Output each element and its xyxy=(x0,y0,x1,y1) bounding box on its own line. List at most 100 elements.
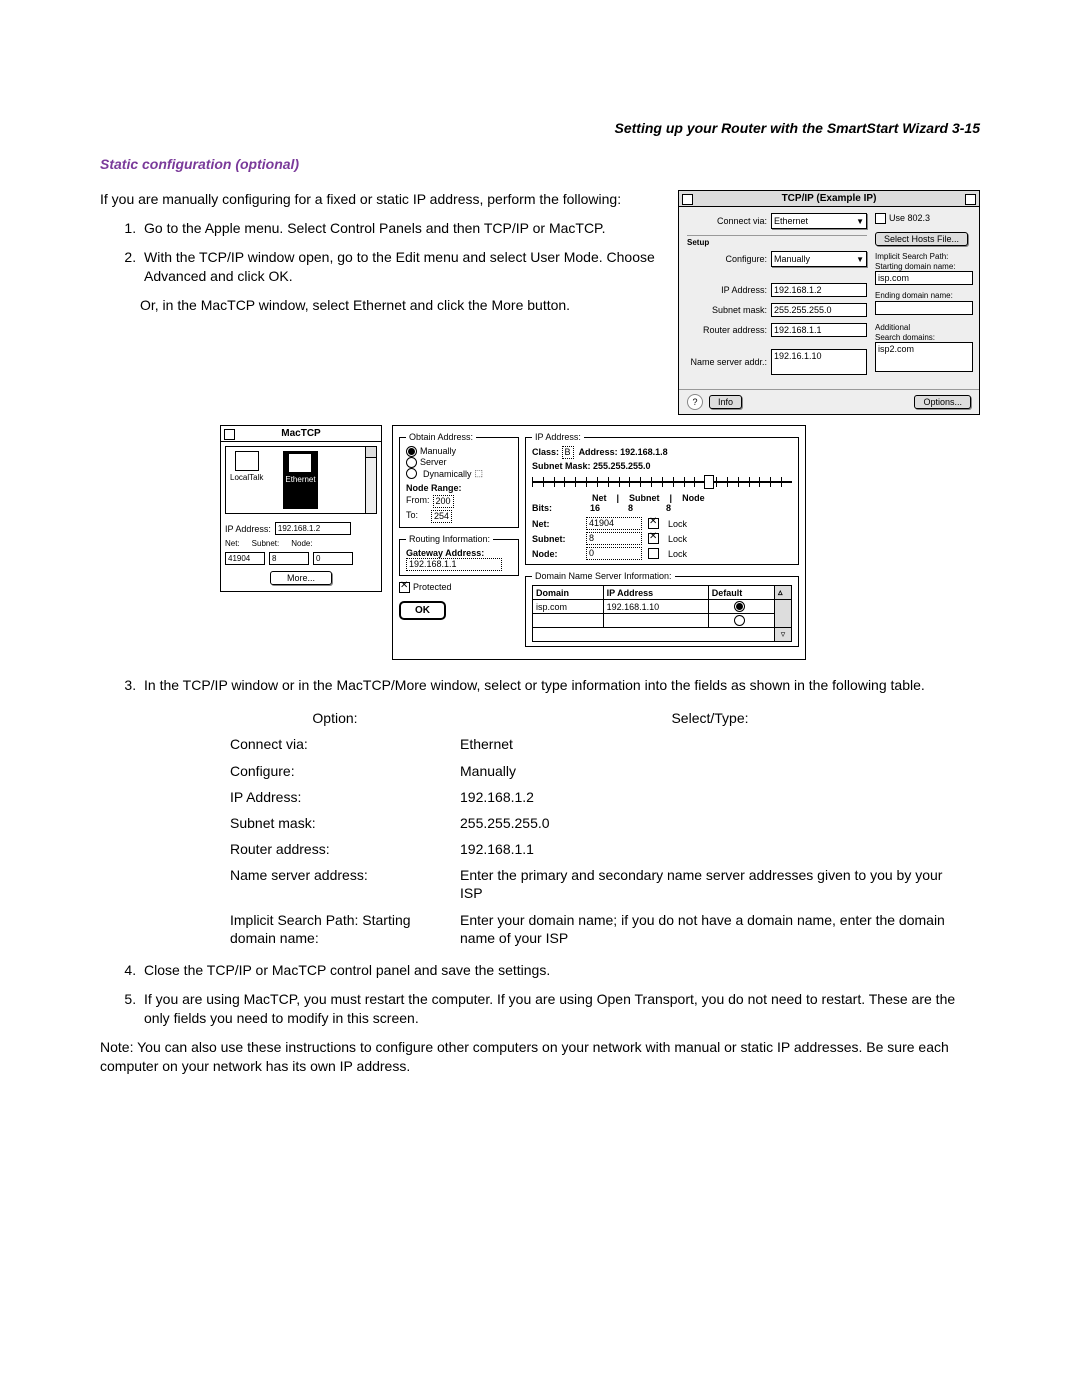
class-label: Class: xyxy=(532,447,559,457)
dns-fieldset: Domain Name Server Information: DomainIP… xyxy=(525,571,799,647)
routing-legend: Routing Information: xyxy=(406,534,493,544)
subnet-slider[interactable] xyxy=(532,475,792,489)
mactcp-ip-label: IP Address: xyxy=(225,524,271,534)
radio-dynamic[interactable] xyxy=(406,468,417,479)
val-connect-via: Ethernet xyxy=(460,731,980,757)
ip-address-fieldset: IP Address: Class: B Address: 192.168.1.… xyxy=(525,432,799,565)
class-input[interactable]: B xyxy=(562,446,574,459)
options-button[interactable]: Options... xyxy=(914,395,971,409)
localtalk-label: LocalTalk xyxy=(230,473,263,482)
scrollbar[interactable] xyxy=(365,447,376,513)
use-8023-label: Use 802.3 xyxy=(889,213,930,223)
close-icon[interactable] xyxy=(224,429,235,440)
dns-h-ip: IP Address xyxy=(603,586,708,600)
radio-manually[interactable] xyxy=(406,446,417,457)
select-hosts-button[interactable]: Select Hosts File... xyxy=(875,232,968,246)
to-input[interactable]: 254 xyxy=(431,510,452,523)
subnet-input[interactable]: 8 xyxy=(269,552,309,565)
dns-ip-input[interactable]: 192.168.1.10 xyxy=(603,600,708,614)
search-domains-label: Search domains: xyxy=(875,333,973,343)
net-input[interactable]: 41904 xyxy=(225,552,265,565)
ending-domain-input[interactable] xyxy=(875,301,973,315)
net-lock-checkbox[interactable] xyxy=(648,518,659,529)
val-nameserver: Enter the primary and secondary name ser… xyxy=(460,862,980,906)
val-router: 192.168.1.1 xyxy=(460,836,980,862)
dns-legend: Domain Name Server Information: xyxy=(532,571,675,581)
lock-icon: ⬚ xyxy=(475,468,484,479)
opt-connect-via: Connect via: xyxy=(230,731,460,757)
connect-via-dropdown[interactable]: Ethernet ▼ xyxy=(771,213,867,229)
help-icon[interactable]: ? xyxy=(687,394,703,410)
ending-domain-label: Ending domain name: xyxy=(875,291,973,301)
val-configure: Manually xyxy=(460,758,980,784)
opt-ip: IP Address: xyxy=(230,784,460,810)
tcpip-window: TCP/IP (Example IP) Connect via: Etherne… xyxy=(678,190,980,415)
to-label: To: xyxy=(406,510,418,523)
net-lock-label: Lock xyxy=(668,519,687,529)
starting-domain-input[interactable]: isp.com xyxy=(875,271,973,285)
info-button[interactable]: Info xyxy=(709,395,742,409)
dns-scroll-down[interactable]: ▿ xyxy=(775,628,792,642)
mactcp-ip-input[interactable]: 192.168.1.2 xyxy=(275,522,351,535)
use-8023-checkbox[interactable] xyxy=(875,213,886,224)
mw-node-input[interactable]: 0 xyxy=(586,547,642,560)
dns-ip-input-2[interactable] xyxy=(603,614,708,628)
opts-header-value: Select/Type: xyxy=(460,705,980,731)
subnet-lock-checkbox[interactable] xyxy=(648,533,659,544)
subnet-label: Subnet mask: xyxy=(687,305,767,315)
chevron-down-icon: ▼ xyxy=(856,217,864,226)
ethernet-glyph-icon xyxy=(288,453,312,473)
node-input[interactable]: 0 xyxy=(313,552,353,565)
mw-subnet-input[interactable]: 8 xyxy=(586,532,642,545)
dns-domain-input-2[interactable] xyxy=(533,614,604,628)
address-label: Address: 192.168.1.8 xyxy=(579,447,668,457)
step-2b: Or, in the MacTCP window, select Etherne… xyxy=(140,296,658,315)
dns-default-radio-1[interactable] xyxy=(734,601,745,612)
connect-via-value: Ethernet xyxy=(774,216,808,226)
from-input[interactable]: 200 xyxy=(433,495,454,508)
opt-configure: Configure: xyxy=(230,758,460,784)
configure-dropdown[interactable]: Manually ▼ xyxy=(771,251,867,267)
options-table: Option:Select/Type: Connect via:Ethernet… xyxy=(230,705,980,951)
intro-text: If you are manually configuring for a fi… xyxy=(100,190,658,209)
subnet-label: Subnet: xyxy=(252,539,280,548)
radio-manually-label: Manually xyxy=(420,446,456,456)
screenshot-row: MacTCP LocalTalk Ethernet IP Address: 19… xyxy=(220,425,980,660)
setup-section: Setup xyxy=(687,235,867,247)
gateway-input[interactable]: 192.168.1.1 xyxy=(406,558,502,571)
mactcp-title: MacTCP xyxy=(281,428,320,439)
step-2: With the TCP/IP window open, go to the E… xyxy=(140,248,658,286)
implicit-label: Implicit Search Path: xyxy=(875,252,973,262)
node-label: Node: xyxy=(291,539,312,548)
obtain-address-fieldset: Obtain Address: Manually Server Dynamica… xyxy=(399,432,519,528)
node-lock-checkbox[interactable] xyxy=(648,548,659,559)
zoom-icon[interactable] xyxy=(965,194,976,205)
dns-h-default: Default xyxy=(708,586,774,600)
dns-domain-input[interactable]: isp.com xyxy=(533,600,604,614)
ip-legend: IP Address: xyxy=(532,432,584,442)
dns-scrollbar[interactable] xyxy=(775,600,792,628)
bits-node: 8 xyxy=(666,503,671,513)
close-icon[interactable] xyxy=(682,194,693,205)
ok-button[interactable]: OK xyxy=(399,601,446,620)
subnet-input[interactable]: 255.255.255.0 xyxy=(771,303,867,317)
tcpip-title-text: TCP/IP (Example IP) xyxy=(782,193,877,204)
more-button[interactable]: More... xyxy=(270,571,332,585)
val-subnet: 255.255.255.0 xyxy=(460,810,980,836)
step-4: Close the TCP/IP or MacTCP control panel… xyxy=(140,961,980,980)
localtalk-icon[interactable]: LocalTalk xyxy=(230,451,263,509)
node-lock-label: Lock xyxy=(668,549,687,559)
ethernet-label: Ethernet xyxy=(285,475,315,484)
search-domains-input[interactable]: isp2.com xyxy=(875,342,973,372)
step-3: In the TCP/IP window or in the MacTCP/Mo… xyxy=(140,676,980,695)
ethernet-icon[interactable]: Ethernet xyxy=(283,451,317,509)
radio-server[interactable] xyxy=(406,457,417,468)
dns-scroll-up[interactable]: ▵ xyxy=(775,586,792,600)
ip-input[interactable]: 192.168.1.2 xyxy=(771,283,867,297)
dns-default-radio-2[interactable] xyxy=(734,615,745,626)
protected-checkbox[interactable] xyxy=(399,582,410,593)
ns-input[interactable]: 192.16.1.10 xyxy=(771,349,867,375)
mw-net-input[interactable]: 41904 xyxy=(586,517,642,530)
router-input[interactable]: 192.168.1.1 xyxy=(771,323,867,337)
computer-icon xyxy=(235,451,259,471)
